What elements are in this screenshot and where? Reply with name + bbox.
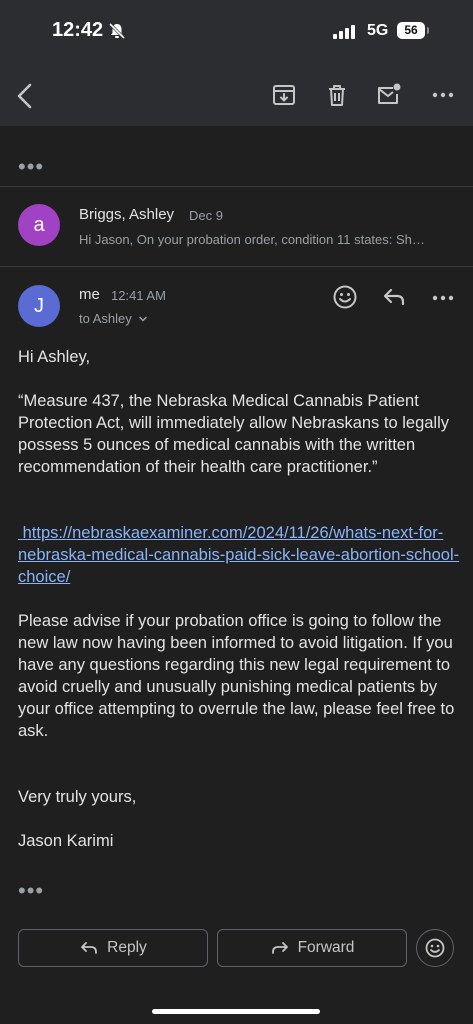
emoji-reaction-button[interactable] [416,929,454,967]
chevron-down-icon [139,316,148,322]
reply-label: Reply [107,939,147,956]
bell-off-icon [108,22,126,40]
sender-name: Briggs, Ashley [79,206,175,223]
message-quote: “Measure 437, the Nebraska Medical Canna… [18,392,450,476]
battery-indicator: 56 [397,22,425,39]
divider [0,186,473,187]
reply-button[interactable]: Reply [18,929,208,967]
network-type: 5G [367,22,389,39]
avatar: J [18,285,60,327]
more-horizontal-icon[interactable] [429,81,457,109]
battery-tip [427,27,429,34]
forward-button[interactable]: Forward [217,929,407,967]
reply-icon [81,942,98,954]
signal-icon [333,25,355,39]
message-time: 12:41 AM [111,288,166,303]
message-snippet: Hi Jason, On your probation order, condi… [79,232,425,247]
avatar: a [18,204,60,246]
trash-icon[interactable] [323,81,351,109]
forward-label: Forward [297,939,355,956]
message-closing: Very truly yours, [18,788,137,806]
status-time: 12:42 [52,19,104,41]
show-trimmed-content[interactable]: ••• [18,880,44,902]
message-date: Dec 9 [189,208,223,223]
more-horizontal-icon[interactable] [429,284,457,312]
article-link[interactable]: https://nebraskaexaminer.com/2024/11/26/… [18,522,463,588]
recipient-details[interactable]: to Ashley [79,311,148,326]
recipient-label: to Ashley [79,311,132,326]
status-bar: 12:42 5G 56 [0,0,473,64]
message-signature: Jason Karimi [18,832,114,850]
collapsed-messages-indicator[interactable]: ••• [18,156,44,178]
emoji-reaction-icon [425,938,445,958]
article-link-text: https://nebraskaexaminer.com/2024/11/26/… [18,524,460,586]
divider [0,266,473,267]
message-paragraph: Please advise if your probation office i… [18,612,455,740]
home-indicator [152,1009,320,1014]
mail-unread-icon[interactable] [374,81,402,109]
reply-icon[interactable] [381,285,407,309]
message-greeting: Hi Ashley, [18,348,91,366]
sender-name: me [79,286,100,303]
forward-icon [271,942,288,954]
emoji-reaction-icon[interactable] [332,284,358,310]
chevron-left-icon[interactable] [10,80,42,112]
archive-icon[interactable] [270,81,298,109]
